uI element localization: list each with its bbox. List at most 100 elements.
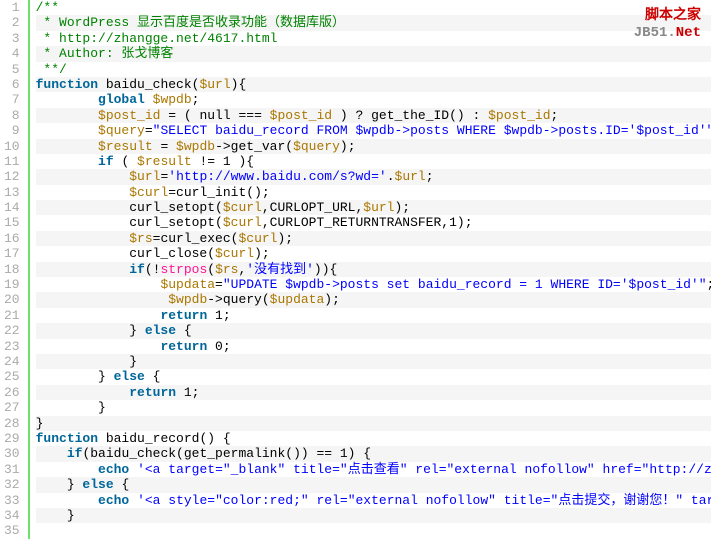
- code-line[interactable]: } else {: [36, 323, 711, 338]
- code-line[interactable]: }: [36, 508, 711, 523]
- code-line[interactable]: curl_setopt($curl,CURLOPT_URL,$url);: [36, 200, 711, 215]
- code-token: else: [145, 323, 176, 338]
- code-line[interactable]: echo '<a style="color:red;" rel="externa…: [36, 493, 711, 508]
- code-line[interactable]: $updata="UPDATE $wpdb->posts set baidu_r…: [36, 277, 711, 292]
- line-number: 18: [4, 262, 20, 277]
- line-number: 22: [4, 323, 20, 338]
- line-number: 1: [4, 0, 20, 15]
- code-line[interactable]: function baidu_record() {: [36, 431, 711, 446]
- line-number: 12: [4, 169, 20, 184]
- code-token: = ( null ===: [160, 108, 269, 123]
- code-token: [36, 446, 67, 461]
- code-token: global: [98, 92, 145, 107]
- code-token: $wpdb: [176, 139, 215, 154]
- code-line[interactable]: * http://zhangge.net/4617.html: [36, 31, 711, 46]
- code-line[interactable]: }: [36, 416, 711, 431]
- line-number: 8: [4, 108, 20, 123]
- code-token: $query: [293, 139, 340, 154]
- code-line[interactable]: global $wpdb;: [36, 92, 711, 107]
- code-token: [36, 123, 98, 138]
- line-number-gutter: 1234567891011121314151617181920212223242…: [0, 0, 30, 539]
- code-token: [36, 277, 161, 292]
- code-token: }: [36, 477, 83, 492]
- line-number: 3: [4, 31, 20, 46]
- code-line[interactable]: $wpdb->query($updata);: [36, 292, 711, 307]
- code-token: $post_id: [98, 108, 160, 123]
- code-token: }: [36, 416, 44, 431]
- code-token: [129, 493, 137, 508]
- line-number: 14: [4, 200, 20, 215]
- line-number: 19: [4, 277, 20, 292]
- code-line[interactable]: }: [36, 354, 711, 369]
- code-token: $rs: [129, 231, 152, 246]
- code-token: $updata: [270, 292, 325, 307]
- code-token: ,CURLOPT_RETURNTRANSFER,1);: [262, 215, 473, 230]
- code-line[interactable]: /**: [36, 0, 711, 15]
- code-token: curl_setopt(: [36, 215, 223, 230]
- line-number: 23: [4, 339, 20, 354]
- code-line[interactable]: } else {: [36, 369, 711, 384]
- code-line[interactable]: if(baidu_check(get_permalink()) == 1) {: [36, 446, 711, 461]
- code-token: );: [254, 246, 270, 261]
- line-number: 9: [4, 123, 20, 138]
- code-token: echo: [98, 493, 129, 508]
- code-token: }: [36, 369, 114, 384]
- code-token: echo: [98, 462, 129, 477]
- code-token: '<a style="color:red;" rel="external nof…: [137, 493, 711, 508]
- code-line[interactable]: } else {: [36, 477, 711, 492]
- code-line[interactable]: return 1;: [36, 385, 711, 400]
- code-area[interactable]: /** * WordPress 显示百度是否收录功能（数据库版） * http:…: [30, 0, 711, 539]
- code-token: * WordPress 显示百度是否收录功能（数据库版）: [36, 15, 345, 30]
- code-token: != 1 ){: [192, 154, 254, 169]
- code-token: ;: [192, 92, 200, 107]
- code-line[interactable]: $url='http://www.baidu.com/s?wd='.$url;: [36, 169, 711, 184]
- code-token: "UPDATE $wpdb->posts set baidu_record = …: [223, 277, 707, 292]
- code-line[interactable]: function baidu_check($url){: [36, 77, 711, 92]
- code-line[interactable]: $post_id = ( null === $post_id ) ? get_t…: [36, 108, 711, 123]
- code-line[interactable]: [36, 523, 711, 538]
- code-token: [36, 154, 98, 169]
- code-token: (baidu_check(get_permalink()) == 1) {: [82, 446, 371, 461]
- code-token: );: [340, 139, 356, 154]
- code-token: ;: [426, 169, 434, 184]
- line-number: 28: [4, 416, 20, 431]
- code-token: baidu_check(: [98, 77, 199, 92]
- code-line[interactable]: if(!strpos($rs,'没有找到')){: [36, 262, 711, 277]
- code-token: [36, 108, 98, 123]
- code-line[interactable]: $rs=curl_exec($curl);: [36, 231, 711, 246]
- line-number: 13: [4, 185, 20, 200]
- code-token: [36, 292, 169, 307]
- code-line[interactable]: if ( $result != 1 ){: [36, 154, 711, 169]
- line-number: 15: [4, 215, 20, 230]
- code-token: [36, 339, 161, 354]
- code-token: $url: [129, 169, 160, 184]
- line-number: 25: [4, 369, 20, 384]
- code-token: strpos: [160, 262, 207, 277]
- code-line[interactable]: $result = $wpdb->get_var($query);: [36, 139, 711, 154]
- code-line[interactable]: curl_close($curl);: [36, 246, 711, 261]
- code-line[interactable]: $curl=curl_init();: [36, 185, 711, 200]
- code-line[interactable]: return 0;: [36, 339, 711, 354]
- code-token: ->query(: [207, 292, 269, 307]
- code-token: (: [207, 262, 215, 277]
- code-token: [36, 169, 130, 184]
- code-token: baidu_record() {: [98, 431, 231, 446]
- code-line[interactable]: }: [36, 400, 711, 415]
- code-token: return: [160, 339, 207, 354]
- line-number: 21: [4, 308, 20, 323]
- code-token: else: [114, 369, 145, 384]
- code-token: function: [36, 431, 98, 446]
- code-line[interactable]: $query="SELECT baidu_record FROM $wpdb->…: [36, 123, 711, 138]
- code-line[interactable]: * WordPress 显示百度是否收录功能（数据库版）: [36, 15, 711, 30]
- line-number: 4: [4, 46, 20, 61]
- code-token: ,CURLOPT_URL,: [262, 200, 363, 215]
- line-number: 20: [4, 292, 20, 307]
- line-number: 29: [4, 431, 20, 446]
- code-line[interactable]: echo '<a target="_blank" title="点击查看" re…: [36, 462, 711, 477]
- code-line[interactable]: return 1;: [36, 308, 711, 323]
- code-token: $curl: [129, 185, 168, 200]
- code-line[interactable]: **/: [36, 62, 711, 77]
- code-line[interactable]: curl_setopt($curl,CURLOPT_RETURNTRANSFER…: [36, 215, 711, 230]
- code-token: '没有找到': [246, 262, 314, 277]
- code-line[interactable]: * Author: 张戈博客: [36, 46, 711, 61]
